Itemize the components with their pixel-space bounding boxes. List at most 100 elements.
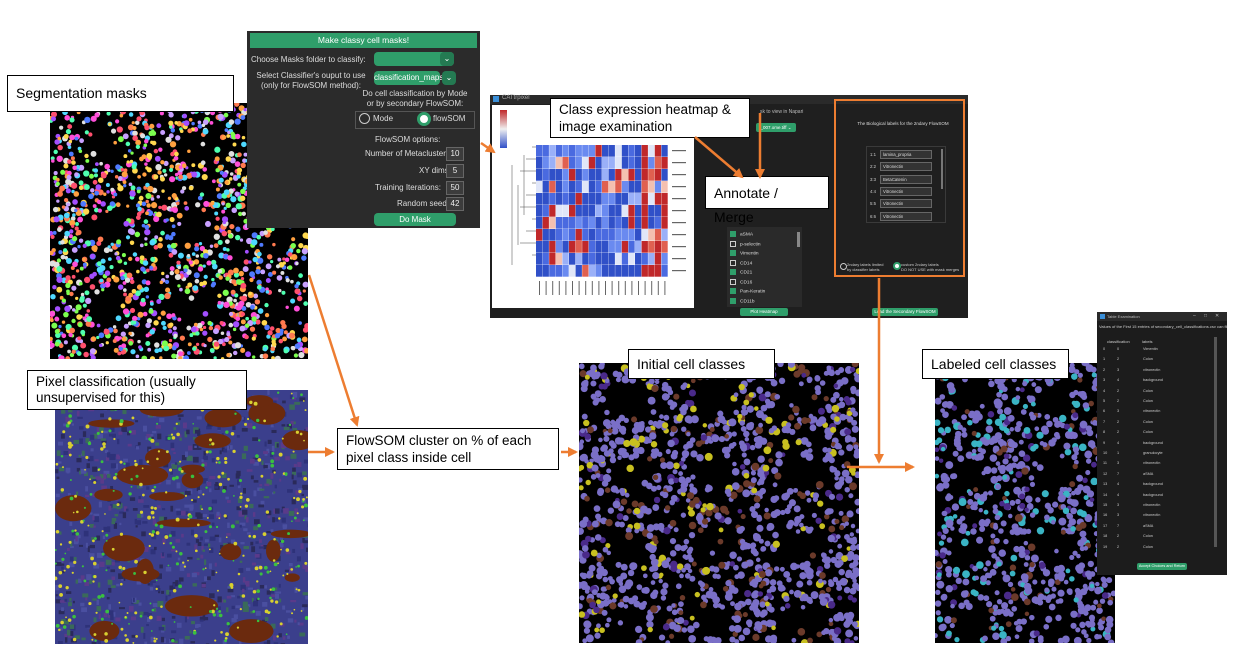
bio-label-id: 2:2	[870, 164, 876, 170]
make-cell-masks-button[interactable]: Make classy cell masks!	[250, 33, 477, 48]
accept-choices-button[interactable]: Accept Choices and Return	[1137, 563, 1187, 570]
row-classification: 3	[1117, 409, 1120, 414]
bio-label-input[interactable]: lamina_propria	[879, 150, 932, 159]
training-iterations-input[interactable]: 50	[446, 181, 464, 195]
bio-label-input[interactable]: Vitronectin	[879, 211, 932, 221]
checkbox-checked-icon[interactable]	[730, 269, 736, 275]
row-index: 5	[1103, 399, 1106, 403]
scrollbar[interactable]	[797, 232, 800, 247]
marker-label: Pan-Keratin	[740, 289, 766, 295]
row-classification: 2	[1117, 534, 1120, 539]
row-classification: 3	[1117, 461, 1120, 466]
limited-labels-label: 2ndary labels limited by classifier labe…	[847, 262, 884, 272]
bio-labels-title: The Biological labels for the 2ndary Flo…	[857, 121, 949, 126]
row-label: Colon	[1143, 430, 1153, 435]
row-classification: 0	[1117, 347, 1120, 351]
marker-item[interactable]: Vimentin	[730, 250, 759, 258]
bio-label-input[interactable]: BetaCatenin	[879, 174, 932, 184]
marker-label: p-selectin	[740, 241, 761, 247]
row-index: 11	[1103, 461, 1107, 466]
marker-label: CD16	[740, 279, 753, 285]
limited-labels-radio[interactable]	[840, 263, 847, 270]
row-label: Colon	[1143, 388, 1153, 393]
load-secondary-flowsom-button[interactable]: Load the Secondary FlowSOM	[872, 308, 938, 316]
bio-label-id: 3:3	[870, 176, 876, 182]
method-question-label: Do cell classification by Mode or by sec…	[362, 89, 468, 108]
row-classification: 7	[1117, 523, 1120, 528]
chevron-down-icon[interactable]: ⌄	[442, 71, 456, 85]
row-label: vitronectin	[1143, 367, 1161, 372]
plot-heatmap-button[interactable]: Plot Heatmap	[740, 308, 788, 316]
row-label: background	[1143, 492, 1163, 497]
maximize-icon[interactable]: □	[1204, 313, 1207, 319]
marker-item[interactable]: CD16	[730, 278, 753, 287]
marker-item[interactable]: p-selectin	[730, 240, 761, 249]
flowsom-radio[interactable]	[417, 112, 431, 126]
marker-item[interactable]: CD14	[730, 259, 752, 268]
checkbox-checked-icon[interactable]	[730, 288, 736, 294]
row-label: aSMA	[1143, 523, 1154, 528]
custom-labels-radio[interactable]	[893, 262, 901, 270]
arrow-segmentation-to-flowsom	[307, 274, 360, 427]
checkbox-checked-icon[interactable]	[730, 231, 736, 237]
checkbox-empty-icon[interactable]	[730, 278, 736, 285]
classifier-output-select[interactable]: classification_maps	[374, 71, 443, 85]
metaclusters-label: Number of Metaclusters:	[365, 149, 453, 158]
image-select[interactable]: _007.ome.tiff ⌄	[756, 123, 796, 132]
random-seed-input[interactable]: 42	[446, 197, 464, 211]
row-label: Colon	[1143, 419, 1153, 424]
row-index: 1	[1103, 357, 1106, 362]
scrollbar[interactable]	[1214, 337, 1217, 547]
row-classification: 3	[1117, 367, 1120, 372]
row-label: Colon	[1143, 357, 1153, 362]
row-classification: 1	[1117, 451, 1120, 455]
scrollbar[interactable]	[941, 149, 943, 189]
row-index: 19	[1103, 544, 1108, 549]
labeled-cell-classes-image	[935, 363, 1115, 643]
chevron-down-icon[interactable]: ⌄	[440, 52, 454, 66]
close-icon[interactable]: ✕	[1215, 313, 1219, 319]
bio-label-row: 3:3 BetaCatenin	[870, 174, 932, 184]
row-label: Vimentin	[1143, 347, 1158, 351]
row-classification: 4	[1117, 378, 1120, 383]
xy-dims-input[interactable]: 5	[446, 164, 464, 178]
table-subtitle: Values of the First 15 entries of second…	[1099, 324, 1227, 329]
marker-list: aSMA p-selectin Vimentin CD14 CD21 CD16 Pan-Ke…	[727, 227, 802, 307]
row-classification: 2	[1117, 399, 1120, 403]
window-title: CATtrpixel	[502, 95, 530, 101]
row-label: background	[1143, 482, 1163, 487]
bio-label-input[interactable]: Vitronectin	[879, 186, 932, 196]
mode-radio[interactable]	[359, 113, 370, 124]
row-label: vitronectin	[1143, 409, 1161, 414]
column-header-classification: classification	[1107, 339, 1130, 344]
bio-label-id: 1:1	[870, 152, 876, 157]
row-label: vitronectin	[1143, 513, 1161, 518]
bio-label-row: 5:5 Vitronectin	[870, 199, 932, 209]
marker-item[interactable]: CD11b	[730, 297, 755, 306]
minimize-icon[interactable]: –	[1193, 313, 1196, 319]
metaclusters-input[interactable]: 10	[446, 147, 464, 161]
classifier-output-label: Select Classifier's ouput to use (only f…	[256, 71, 366, 90]
row-label: Colon	[1143, 544, 1153, 549]
bio-label-input[interactable]: Vitronectin	[879, 162, 932, 172]
marker-item[interactable]: CD21	[730, 269, 752, 277]
row-index: 4	[1103, 388, 1106, 393]
marker-item[interactable]: Pan-Keratin	[730, 288, 765, 296]
masks-folder-label: Choose Masks folder to classify:	[251, 55, 366, 64]
marker-label: aSMA	[740, 232, 754, 238]
checkbox-empty-icon[interactable]	[730, 240, 736, 247]
row-label: vitronectin	[1143, 503, 1161, 507]
row-classification: 2	[1117, 388, 1120, 393]
bio-label-input[interactable]: Vitronectin	[879, 199, 932, 209]
row-classification: 2	[1117, 544, 1120, 549]
checkbox-checked-icon[interactable]	[730, 250, 736, 256]
row-index: 12	[1103, 471, 1108, 476]
checkbox-empty-icon[interactable]	[730, 259, 736, 266]
checkbox-checked-icon[interactable]	[730, 297, 736, 304]
do-mask-classification-button[interactable]: Do Mask Classification!	[374, 213, 456, 237]
row-index: 10	[1103, 451, 1108, 455]
annotate-merge-callout: Annotate / Merge	[705, 176, 829, 225]
marker-item[interactable]: aSMA	[730, 231, 753, 239]
bio-label-id: 6:6	[870, 213, 876, 219]
row-index: 6	[1103, 409, 1106, 414]
